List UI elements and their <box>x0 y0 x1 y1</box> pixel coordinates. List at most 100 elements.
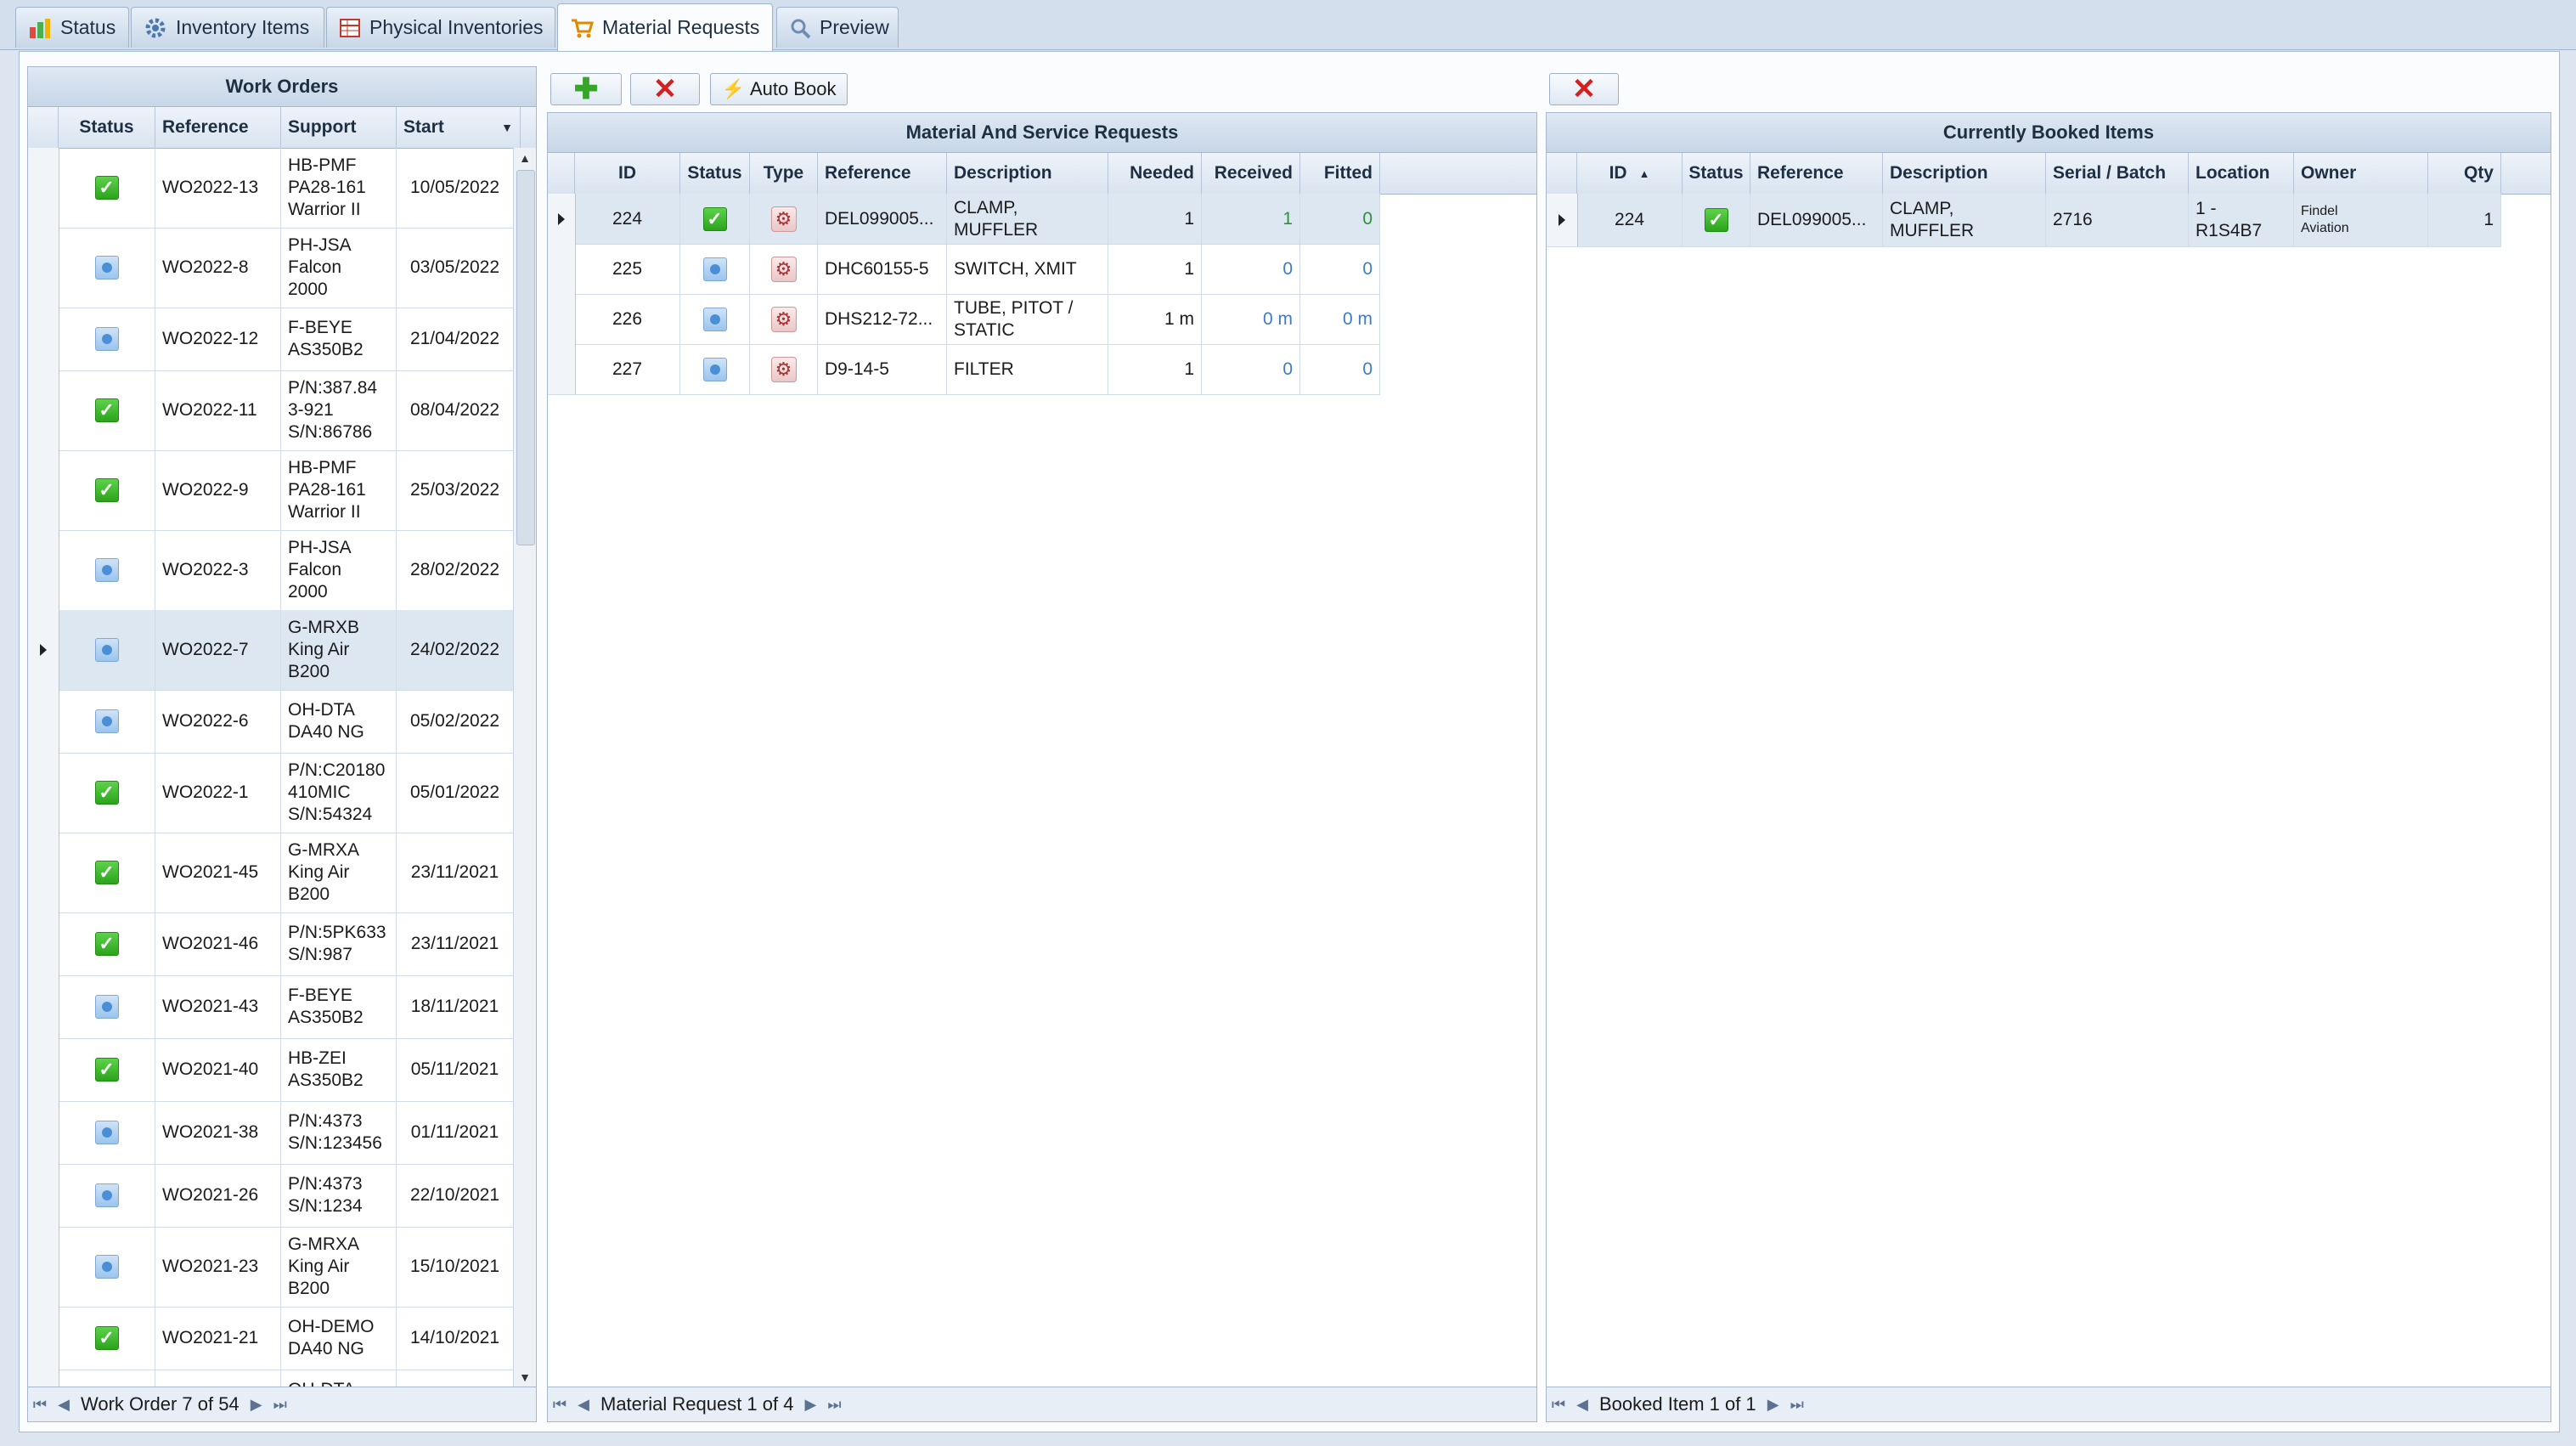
table-row[interactable]: 225 ⚙ DHC60155-5 SWITCH, XMIT 1 0 0 <box>548 244 1380 295</box>
col-id[interactable]: ID <box>575 153 680 194</box>
row-header[interactable] <box>28 308 59 370</box>
id-cell-text: 227 <box>612 359 643 379</box>
table-row[interactable]: WO2022-3 PH-JSA Falcon 2000 28/02/2022 <box>28 530 514 611</box>
nav-prev-icon[interactable]: ◀ <box>1570 1396 1594 1414</box>
row-header[interactable] <box>548 194 576 244</box>
row-header[interactable] <box>28 975 59 1038</box>
col-reference[interactable]: Reference <box>155 107 281 148</box>
nav-next-icon[interactable]: ▶ <box>1761 1396 1785 1414</box>
row-header[interactable] <box>28 1227 59 1307</box>
col-description[interactable]: Description <box>947 153 1108 194</box>
table-row[interactable]: ✓ WO2022-11 P/N:387.84 3-921 S/N:86786 08/0… <box>28 370 514 451</box>
table-row[interactable]: 227 ⚙ D9-14-5 FILTER 1 0 0 <box>548 344 1380 395</box>
col-serial-batch[interactable]: Serial / Batch <box>2046 153 2189 194</box>
nav-next-icon[interactable]: ▶ <box>798 1396 822 1414</box>
col-reference[interactable]: Reference <box>1750 153 1883 194</box>
col-qty[interactable]: Qty <box>2428 153 2501 194</box>
reference-cell: WO2021-26 <box>155 1164 281 1227</box>
table-row[interactable]: ✓ WO2022-9 HB-PMF PA28-161 Warrior II 25/03… <box>28 450 514 531</box>
row-header[interactable] <box>28 450 59 530</box>
location-cell-text: 1 - R1S4B7 <box>2196 199 2263 240</box>
col-needed[interactable]: Needed <box>1108 153 1202 194</box>
reference-cell: WO2022-13 <box>155 148 281 228</box>
nav-prev-icon[interactable]: ◀ <box>52 1396 76 1414</box>
status-complete-icon: ✓ <box>94 398 119 422</box>
row-header[interactable] <box>548 344 576 394</box>
nav-last-icon[interactable]: ⏭ <box>268 1396 292 1414</box>
id-cell-text: 224 <box>612 208 643 229</box>
tab-preview[interactable]: Preview <box>776 7 899 48</box>
scroll-thumb[interactable] <box>516 170 535 545</box>
scroll-down-icon[interactable]: ▼ <box>514 1367 536 1387</box>
table-row[interactable]: WO2022-7 G-MRXB King Air B200 24/02/2022 <box>28 610 514 691</box>
row-header[interactable] <box>548 244 576 294</box>
support-cell: OH-DEMO DA40 NG <box>281 1307 397 1370</box>
reference-cell-text: WO2022-6 <box>162 711 249 731</box>
row-header[interactable] <box>28 1164 59 1227</box>
table-row[interactable]: WO2021-38 P/N:4373 S/N:123456 01/11/2021 <box>28 1101 514 1165</box>
row-header[interactable] <box>28 912 59 975</box>
add-request-button[interactable]: ✚ <box>550 73 622 105</box>
table-row[interactable]: WO2022-12 F-BEYE AS350B2 21/04/2022 <box>28 308 514 371</box>
nav-first-icon[interactable]: ⏮ <box>1547 1396 1570 1414</box>
table-row[interactable]: ✓ WO2021-45 G-MRXA King Air B200 23/11/2021 <box>28 833 514 913</box>
row-header[interactable] <box>28 690 59 753</box>
col-received[interactable]: Received <box>1202 153 1300 194</box>
nav-first-icon[interactable]: ⏮ <box>28 1396 52 1414</box>
nav-prev-icon[interactable]: ◀ <box>572 1396 595 1414</box>
table-row[interactable]: WO2021-26 P/N:4373 S/N:1234 22/10/2021 <box>28 1164 514 1228</box>
col-description[interactable]: Description <box>1883 153 2046 194</box>
table-row[interactable]: ✓ WO2021-21 OH-DEMO DA40 NG 14/10/2021 <box>28 1307 514 1370</box>
row-header[interactable] <box>28 1101 59 1164</box>
serial-cell: 2716 <box>2046 194 2189 246</box>
nav-next-icon[interactable]: ▶ <box>245 1396 268 1414</box>
col-start[interactable]: Start ▼ <box>397 107 521 148</box>
col-reference[interactable]: Reference <box>818 153 947 194</box>
auto-book-button[interactable]: ⚡ Auto Book <box>710 73 848 105</box>
col-type[interactable]: Type <box>750 153 818 194</box>
row-header[interactable] <box>28 610 59 690</box>
booked-nav-text: Booked Item 1 of 1 <box>1599 1393 1756 1415</box>
delete-booking-button[interactable]: ✕ <box>1549 73 1619 105</box>
nav-last-icon[interactable]: ⏭ <box>822 1396 846 1414</box>
tab-inventory-items[interactable]: Inventory Items <box>131 7 324 48</box>
requests-title: Material And Service Requests <box>548 113 1536 153</box>
col-fitted[interactable]: Fitted <box>1300 153 1380 194</box>
row-header[interactable] <box>28 753 59 833</box>
tab-status[interactable]: Status <box>15 7 129 48</box>
table-row[interactable]: WO2021-23 G-MRXA King Air B200 15/10/2021 <box>28 1227 514 1308</box>
table-row[interactable]: WO2022-6 OH-DTA DA40 NG 05/02/2022 <box>28 690 514 754</box>
row-header[interactable] <box>28 1038 59 1101</box>
col-owner[interactable]: Owner <box>2294 153 2428 194</box>
table-row[interactable]: WO2021-43 F-BEYE AS350B2 18/11/2021 <box>28 975 514 1039</box>
col-status[interactable]: Status <box>1683 153 1750 194</box>
tab-material-requests[interactable]: Material Requests <box>557 3 773 51</box>
col-status[interactable]: Status <box>59 107 155 148</box>
row-header[interactable] <box>28 530 59 610</box>
col-location[interactable]: Location <box>2189 153 2294 194</box>
row-header[interactable] <box>28 370 59 450</box>
table-row[interactable]: 226 ⚙ DHS212-72... TUBE, PITOT / STATIC 1 m 0… <box>548 294 1380 345</box>
row-header[interactable] <box>548 294 576 344</box>
nav-first-icon[interactable]: ⏮ <box>548 1396 572 1414</box>
table-row[interactable]: ✓ WO2021-46 P/N:5PK633 S/N:987 23/11/2021 <box>28 912 514 976</box>
table-row[interactable]: ✓ WO2022-1 P/N:C20180 410MIC S/N:54324 05/0… <box>28 753 514 833</box>
delete-request-button[interactable]: ✕ <box>630 73 700 105</box>
col-status[interactable]: Status <box>680 153 750 194</box>
row-header[interactable] <box>28 1307 59 1370</box>
col-id[interactable]: ID ▲ <box>1577 153 1683 194</box>
table-row[interactable]: 224 ✓ DEL099005... CLAMP, MUFFLER 2716 1 - R1… <box>1547 194 2501 247</box>
work-orders-scrollbar[interactable]: ▲ ▼ <box>513 148 536 1387</box>
row-header[interactable] <box>28 228 59 308</box>
table-row[interactable]: ✓ WO2021-40 HB-ZEI AS350B2 05/11/2021 <box>28 1038 514 1102</box>
row-header[interactable] <box>28 833 59 912</box>
row-header[interactable] <box>1547 194 1578 246</box>
table-row[interactable]: 224 ✓ ⚙ DEL099005... CLAMP, MUFFLER 1 1 0 <box>548 194 1380 245</box>
scroll-up-icon[interactable]: ▲ <box>514 148 536 168</box>
col-support[interactable]: Support <box>281 107 397 148</box>
row-header[interactable] <box>28 148 59 228</box>
nav-last-icon[interactable]: ⏭ <box>1785 1396 1809 1414</box>
tab-physical-inventories[interactable]: Physical Inventories <box>326 7 555 48</box>
table-row[interactable]: ✓ WO2022-13 HB-PMF PA28-161 Warrior II 10/0… <box>28 148 514 229</box>
table-row[interactable]: WO2022-8 PH-JSA Falcon 2000 03/05/2022 <box>28 228 514 308</box>
